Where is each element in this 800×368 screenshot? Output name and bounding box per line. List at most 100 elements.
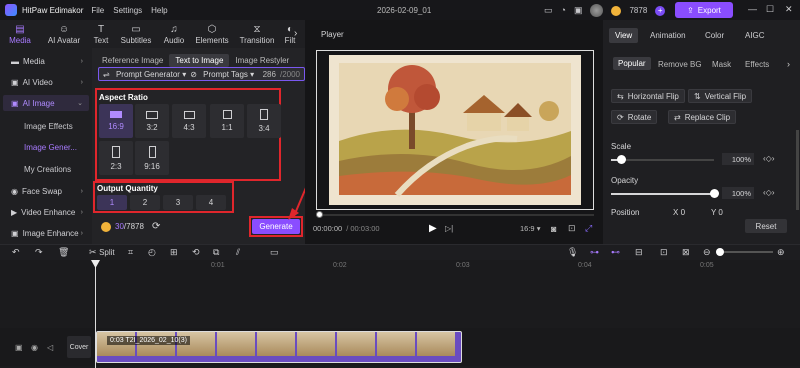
ratio-select[interactable]: 16:9 ▾ xyxy=(520,224,540,233)
tab-audio[interactable]: ♫ Audio xyxy=(158,24,190,48)
zoom-slider-knob[interactable] xyxy=(716,248,724,256)
position-x[interactable]: X 0 xyxy=(673,208,685,216)
export-button[interactable]: ⇪ Export xyxy=(675,2,733,18)
magnet-icon[interactable]: ⊷ xyxy=(611,247,620,258)
opacity-slider[interactable] xyxy=(611,189,719,198)
menu-help[interactable]: Help xyxy=(151,6,167,15)
menu-file[interactable]: File xyxy=(91,6,104,15)
track-lock-icon[interactable]: ▣ xyxy=(15,343,23,352)
reset-button[interactable]: Reset xyxy=(745,219,787,233)
fullscreen-icon[interactable]: ⤢ xyxy=(585,223,592,234)
preview-canvas[interactable] xyxy=(316,50,594,210)
scale-slider[interactable] xyxy=(611,155,714,164)
undo-icon[interactable]: ↶ xyxy=(12,247,20,258)
nav-face-swap[interactable]: ◉ Face Swap › xyxy=(3,183,89,199)
play-icon[interactable]: ▶ xyxy=(429,223,437,234)
quantity-4[interactable]: 4 xyxy=(196,195,226,210)
subtab-effects[interactable]: Effects xyxy=(745,60,769,69)
tab-media[interactable]: ▤ Media xyxy=(0,24,40,48)
tab-text[interactable]: T Text xyxy=(88,24,114,48)
prompt-tags-button[interactable]: ⊘ Prompt Tags ▾ xyxy=(190,70,254,79)
next-frame-icon[interactable]: ▷| xyxy=(445,224,453,233)
window-icon[interactable]: ▣ xyxy=(574,6,583,15)
crop-tool-icon[interactable]: ⌗ xyxy=(128,247,133,258)
nav-my-creations[interactable]: My Creations xyxy=(24,165,71,174)
caption-icon[interactable]: ⊟ xyxy=(635,247,643,258)
tab-aigc[interactable]: AIGC xyxy=(745,31,765,40)
aspect-9-16[interactable]: 9:16 xyxy=(135,141,169,175)
panel-scrollbar[interactable] xyxy=(796,130,799,210)
tab-image-restyler[interactable]: Image Restyler xyxy=(229,54,295,67)
progress-handle[interactable] xyxy=(316,211,323,218)
position-y[interactable]: Y 0 xyxy=(711,208,723,216)
bell-icon[interactable]: ◔ xyxy=(561,6,566,15)
crop-icon[interactable]: ⊡ xyxy=(568,223,576,234)
aspect-3-2[interactable]: 3:2 xyxy=(135,104,169,138)
track-link-icon[interactable]: ⊶ xyxy=(590,247,599,258)
nav-video-enhance[interactable]: ▶ Video Enhance › xyxy=(3,204,89,220)
player-progress[interactable] xyxy=(316,211,594,218)
minimize-icon[interactable]: — xyxy=(748,4,757,14)
scale-value[interactable]: 100% xyxy=(722,153,754,165)
rotate-button[interactable]: ⟳ Rotate xyxy=(611,110,658,124)
tab-reference-image[interactable]: Reference Image xyxy=(96,54,169,67)
chevron-right-icon[interactable]: › xyxy=(294,28,297,39)
freeze-icon[interactable]: ⊞ xyxy=(170,247,178,258)
mirror-icon[interactable]: ⧉ xyxy=(213,247,219,258)
zoom-in-icon[interactable]: ⊕ xyxy=(777,247,785,258)
tab-ai-avatar[interactable]: ☺ AI Avatar xyxy=(40,24,88,48)
mic-icon[interactable]: 🎙 xyxy=(567,247,578,258)
aspect-16-9[interactable]: 16:9 xyxy=(99,104,133,138)
quantity-2[interactable]: 2 xyxy=(130,195,160,210)
speed-icon[interactable]: ◴ xyxy=(148,247,156,258)
subtab-mask[interactable]: Mask xyxy=(712,60,731,69)
tab-elements[interactable]: ⬡ Elements xyxy=(190,24,234,48)
nav-image-enhance[interactable]: ▣ Image Enhance › xyxy=(3,225,89,241)
aspect-1-1[interactable]: 1:1 xyxy=(210,104,244,138)
opacity-stepper-icon[interactable]: ‹◇› xyxy=(763,188,774,197)
quantity-1[interactable]: 1 xyxy=(97,195,127,210)
replace-clip-button[interactable]: ⇄ Replace Clip xyxy=(668,110,737,124)
fit-icon[interactable]: ⊠ xyxy=(682,247,690,258)
nav-image-effects[interactable]: Image Effects xyxy=(24,122,73,131)
track-mute-icon[interactable]: ◁ xyxy=(47,343,53,352)
zoom-slider[interactable] xyxy=(716,248,773,256)
split-button[interactable]: ✂ Split xyxy=(89,247,115,258)
opacity-value[interactable]: 100% xyxy=(722,187,754,199)
aspect-2-3[interactable]: 2:3 xyxy=(99,141,133,175)
delete-icon[interactable]: 🗑 xyxy=(58,247,69,258)
close-icon[interactable]: ✕ xyxy=(785,4,793,15)
aspect-3-4[interactable]: 3:4 xyxy=(247,104,281,138)
subtab-remove-bg[interactable]: Remove BG xyxy=(658,60,702,69)
nav-ai-video[interactable]: ▣ AI Video › xyxy=(3,74,89,90)
text-tool-icon[interactable]: ▭ xyxy=(270,247,279,258)
playhead[interactable] xyxy=(95,260,96,368)
subtab-popular[interactable]: Popular xyxy=(613,57,651,70)
tab-text-to-image[interactable]: Text to Image xyxy=(169,54,230,67)
scale-stepper-icon[interactable]: ‹◇› xyxy=(763,154,774,163)
zoom-out-icon[interactable]: ⊖ xyxy=(703,247,711,258)
tab-color[interactable]: Color xyxy=(705,31,724,40)
nav-media[interactable]: ▬ Media › xyxy=(3,53,89,69)
timeline-clip[interactable]: 0:03 T2I_2026_02_10(3) xyxy=(96,331,462,363)
chevron-right-icon[interactable]: › xyxy=(787,59,790,69)
vertical-flip-button[interactable]: ⇅ Vertical Flip xyxy=(688,89,753,103)
avatar[interactable] xyxy=(590,4,604,17)
tab-animation[interactable]: Animation xyxy=(650,31,686,40)
nav-image-generator[interactable]: Image Gener... xyxy=(24,143,77,152)
track-visibility-icon[interactable]: ◉ xyxy=(31,343,38,352)
prompt-generator-button[interactable]: ⇌ Prompt Generator ▾ xyxy=(103,70,186,79)
rotate-tool-icon[interactable]: ⟲ xyxy=(192,247,200,258)
tab-subtitles[interactable]: ▭ Subtitles xyxy=(114,24,158,48)
refresh-icon[interactable]: ⟳ xyxy=(152,221,160,232)
snapshot-icon[interactable]: ◙ xyxy=(551,224,556,234)
opacity-slider-knob[interactable] xyxy=(710,189,719,198)
tab-transition[interactable]: ⧖ Transition xyxy=(234,24,280,48)
quantity-3[interactable]: 3 xyxy=(163,195,193,210)
cover-button[interactable]: Cover xyxy=(67,336,91,358)
ai-tool-icon[interactable]: ⊡ xyxy=(660,247,668,258)
menu-settings[interactable]: Settings xyxy=(113,6,142,15)
flip-tool-icon[interactable]: ⫽ xyxy=(236,247,240,258)
nav-ai-image[interactable]: ▣ AI Image ⌄ xyxy=(3,95,89,111)
add-credits-button[interactable]: + xyxy=(655,5,666,16)
